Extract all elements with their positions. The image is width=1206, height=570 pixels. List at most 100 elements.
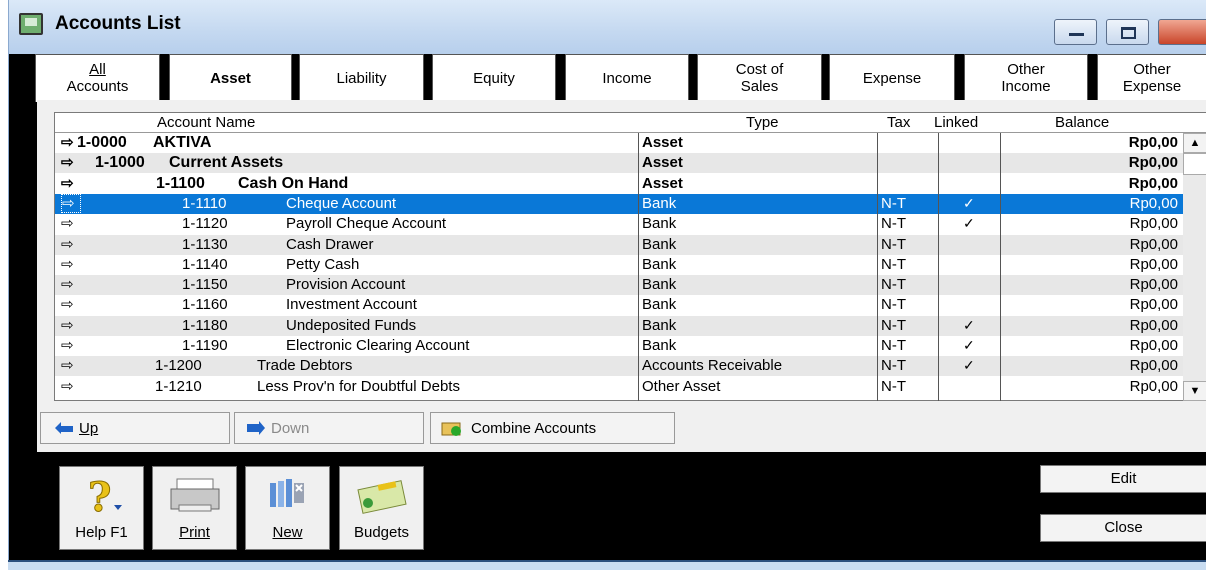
print-button[interactable]: Print	[152, 466, 237, 550]
account-row[interactable]: ⇨ 1-1210 Less Prov'n for Doubtful Debts Oth…	[55, 377, 1183, 397]
account-number: 1-1120	[182, 215, 228, 233]
tab-cost-of-sales[interactable]: Cost of Sales	[697, 54, 822, 102]
tab-equity[interactable]: Equity	[432, 54, 556, 102]
row-arrow-icon[interactable]: ⇨	[61, 275, 81, 293]
printer-icon	[170, 478, 220, 512]
tab-expense[interactable]: Expense	[829, 54, 955, 102]
account-row[interactable]: ⇨ 1-1160 Investment Account Bank N-T Rp0,00	[55, 295, 1183, 315]
up-button[interactable]: Up	[40, 412, 230, 444]
window-title: Accounts List	[55, 13, 181, 34]
header-linked[interactable]: Linked	[934, 114, 978, 131]
tab-all-accounts[interactable]: All Accounts	[35, 54, 160, 102]
tax-code: N-T	[881, 276, 906, 294]
maximize-button[interactable]	[1106, 19, 1149, 45]
arrow-down-icon	[247, 421, 265, 435]
new-label: New	[272, 524, 303, 541]
linked-check-icon: ✓	[963, 194, 975, 211]
account-balance: Rp0,00	[1129, 316, 1178, 334]
account-balance: Rp0,00	[1129, 255, 1178, 273]
account-name: Cheque Account	[286, 194, 397, 212]
row-arrow-icon[interactable]: ⇨	[61, 336, 81, 354]
header-account-name[interactable]: Account Name	[157, 114, 255, 131]
down-button-label: Down	[271, 420, 310, 437]
account-row[interactable]: ⇨ 1-1190 Electronic Clearing Account Bank N-…	[55, 336, 1183, 356]
linked-check-icon: ✓	[963, 215, 975, 232]
account-row[interactable]: ⇨ 1-1100 Cash On Hand Asset Rp0,00	[55, 174, 1183, 194]
tax-code: N-T	[881, 377, 906, 395]
scroll-down-icon[interactable]: ▼	[1183, 381, 1206, 401]
account-row[interactable]: ⇨ 1-1200 Trade Debtors Accounts Receivable N…	[55, 356, 1183, 377]
tab-other-expense[interactable]: Other Expense	[1097, 54, 1206, 102]
accounts-grid[interactable]: Account Name Type Tax Linked Balance ⇨ 1-…	[54, 112, 1206, 401]
linked-check-icon: ✓	[963, 357, 975, 374]
account-type: Bank	[642, 255, 677, 273]
tax-code: N-T	[881, 235, 906, 253]
account-balance: Rp0,00	[1128, 134, 1178, 151]
account-balance: Rp0,00	[1129, 337, 1178, 354]
budgets-icon	[357, 480, 407, 514]
row-arrow-icon[interactable]: ⇨	[61, 153, 81, 171]
tab-label: Asset	[210, 70, 251, 87]
row-arrow-icon[interactable]: ⇨	[61, 316, 81, 334]
row-arrow-icon[interactable]: ⇨	[61, 193, 81, 213]
account-name: Electronic Clearing Account	[286, 337, 470, 354]
vertical-scrollbar[interactable]: ▲ ▼	[1183, 133, 1206, 401]
row-arrow-icon[interactable]: ⇨	[61, 377, 81, 395]
account-row[interactable]: ⇨ 1-1140 Petty Cash Bank N-T Rp0,00	[55, 255, 1183, 275]
row-arrow-icon[interactable]: ⇨	[61, 255, 81, 273]
account-row[interactable]: ⇨ 1-1120 Payroll Cheque Account Bank N-T ✓ Rp0…	[55, 214, 1183, 234]
tab-label: Other Income	[1001, 61, 1051, 95]
tab-income[interactable]: Income	[565, 54, 689, 102]
linked-check-icon: ✓	[963, 337, 975, 353]
account-row[interactable]: ⇨ 1-1000 Current Assets Asset Rp0,00	[55, 153, 1183, 174]
tab-asset[interactable]: Asset	[169, 54, 292, 104]
account-type: Bank	[642, 215, 677, 233]
row-arrow-icon[interactable]: ⇨	[61, 295, 81, 313]
row-arrow-icon[interactable]: ⇨	[61, 235, 81, 253]
account-type: Asset	[642, 174, 683, 192]
edit-button[interactable]: Edit	[1040, 465, 1206, 493]
tab-label: Cost of Sales	[735, 61, 784, 95]
close-button[interactable]: Close	[1040, 514, 1206, 542]
header-balance[interactable]: Balance	[1055, 114, 1109, 131]
tax-code: N-T	[881, 255, 906, 273]
tab-label: Income	[602, 70, 652, 87]
tax-code: N-T	[881, 357, 906, 375]
header-tax[interactable]: Tax	[887, 114, 910, 131]
new-account-button[interactable]: New	[245, 466, 330, 550]
account-row[interactable]: ⇨ 1-0000 AKTIVA Asset Rp0,00	[55, 133, 1183, 153]
tab-label: Other Expense	[1122, 61, 1182, 95]
help-button[interactable]: ? Help F1	[59, 466, 144, 550]
minimize-button[interactable]	[1054, 19, 1097, 45]
row-arrow-icon[interactable]: ⇨	[61, 174, 81, 192]
account-number: 1-1150	[182, 276, 228, 294]
tab-label: All Accounts	[66, 61, 129, 95]
header-type[interactable]: Type	[746, 114, 779, 131]
account-number: 1-1210	[155, 377, 202, 395]
account-type: Accounts Receivable	[642, 357, 783, 375]
account-number: 1-0000	[77, 134, 127, 151]
down-button[interactable]: Down	[234, 412, 424, 444]
account-row[interactable]: ⇨ 1-1180 Undeposited Funds Bank N-T ✓ Rp0,00	[55, 315, 1183, 336]
print-label: Print	[179, 524, 210, 541]
account-row[interactable]: ⇨ 1-1110 Cheque Account Bank N-T ✓ Rp0,00	[55, 193, 1183, 214]
scroll-thumb[interactable]	[1183, 153, 1206, 175]
account-type: Asset	[642, 154, 683, 172]
tax-code: N-T	[881, 337, 906, 354]
account-number: 1-1130	[182, 235, 228, 253]
account-balance: Rp0,00	[1129, 235, 1178, 253]
title-bar[interactable]: Accounts List	[9, 0, 1206, 54]
account-name: Current Assets	[169, 154, 284, 172]
budgets-button[interactable]: Budgets	[339, 466, 424, 550]
tab-liability[interactable]: Liability	[299, 54, 424, 102]
close-window-button[interactable]	[1158, 19, 1206, 45]
combine-accounts-button[interactable]: Combine Accounts	[430, 412, 675, 444]
account-row[interactable]: ⇨ 1-1150 Provision Account Bank N-T Rp0,00	[55, 275, 1183, 296]
row-arrow-icon[interactable]: ⇨	[61, 356, 81, 374]
account-balance: Rp0,00	[1129, 276, 1178, 294]
account-row[interactable]: ⇨ 1-1130 Cash Drawer Bank N-T Rp0,00	[55, 234, 1183, 255]
scroll-up-icon[interactable]: ▲	[1183, 133, 1206, 153]
tab-other-income[interactable]: Other Income	[964, 54, 1088, 102]
row-arrow-icon[interactable]: ⇨	[61, 214, 81, 232]
tab-label: Expense	[862, 70, 922, 87]
